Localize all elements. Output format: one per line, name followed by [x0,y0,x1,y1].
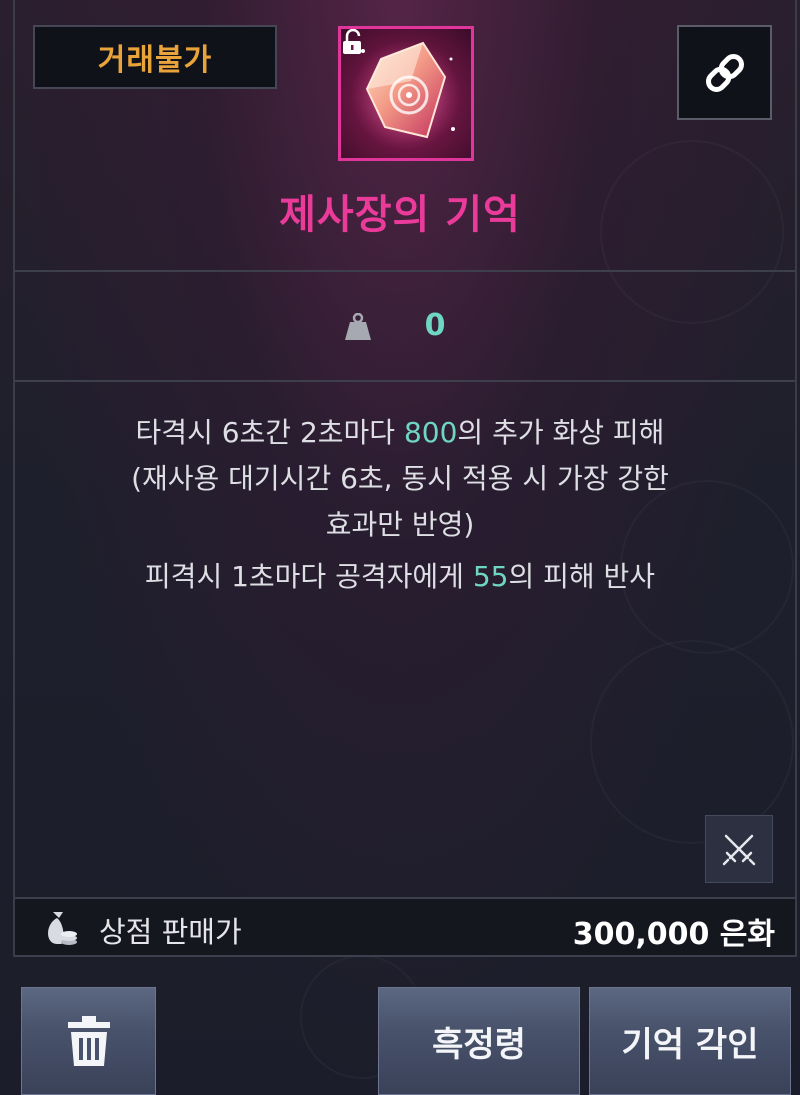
effect-value: 55 [472,560,509,593]
shop-sell-price-value: 300,000 은화 [572,917,775,952]
effect-text: 피격시 1초마다 공격자에게 [144,560,473,593]
compare-swords-button[interactable] [705,815,773,883]
trade-status-label: 거래불가 [97,43,213,78]
trade-status-badge: 거래불가 [33,25,277,89]
trash-icon [67,1016,110,1066]
weight-icon [345,313,371,340]
divider [15,270,795,272]
unlocked-padlock-icon [343,29,361,54]
effect-line-3: 효과만 반영) [325,508,475,541]
effect-line-4: 피격시 1초마다 공격자에게 55의 피해 반사 [30,554,770,600]
divider [15,380,795,382]
link-button[interactable] [677,25,772,120]
crystal-memory-icon [338,26,474,161]
weight-value: 0 [424,308,446,343]
black-spirit-button[interactable]: 흑정령 [378,987,580,1095]
crossed-swords-icon [722,834,756,866]
shop-sell-price-label: 상점 판매가 [99,915,242,949]
money-bag-icon [48,912,77,945]
effect-line-2: (재사용 대기시간 6초, 동시 적용 시 가장 강한 [131,462,669,495]
item-tooltip-window: 거래불가 제사장의 기억 0 타격시 6초간 2초마다 800의 추가 화상 피… [0,0,800,1095]
delete-button[interactable] [21,987,156,1095]
weight-row: 0 [0,300,800,356]
memory-engrave-label: 기억 각인 [621,1024,759,1065]
black-spirit-label: 흑정령 [432,1024,526,1065]
memory-engrave-button[interactable]: 기억 각인 [589,987,791,1095]
item-effect-description: 타격시 6초간 2초마다 800의 추가 화상 피해 (재사용 대기시간 6초,… [30,410,770,600]
effect-text: 의 피해 반사 [508,560,656,593]
item-name: 제사장의 기억 [279,192,521,238]
link-icon [705,53,744,92]
effect-line-1: 타격시 6초간 2초마다 800의 추가 화상 피해 [30,410,770,456]
shop-sell-price-row: 상점 판매가 300,000 은화 [15,897,795,957]
effect-text: 타격시 6초간 2초마다 [135,416,404,449]
effect-text: 의 추가 화상 피해 [457,416,665,449]
effect-value: 800 [403,416,458,449]
